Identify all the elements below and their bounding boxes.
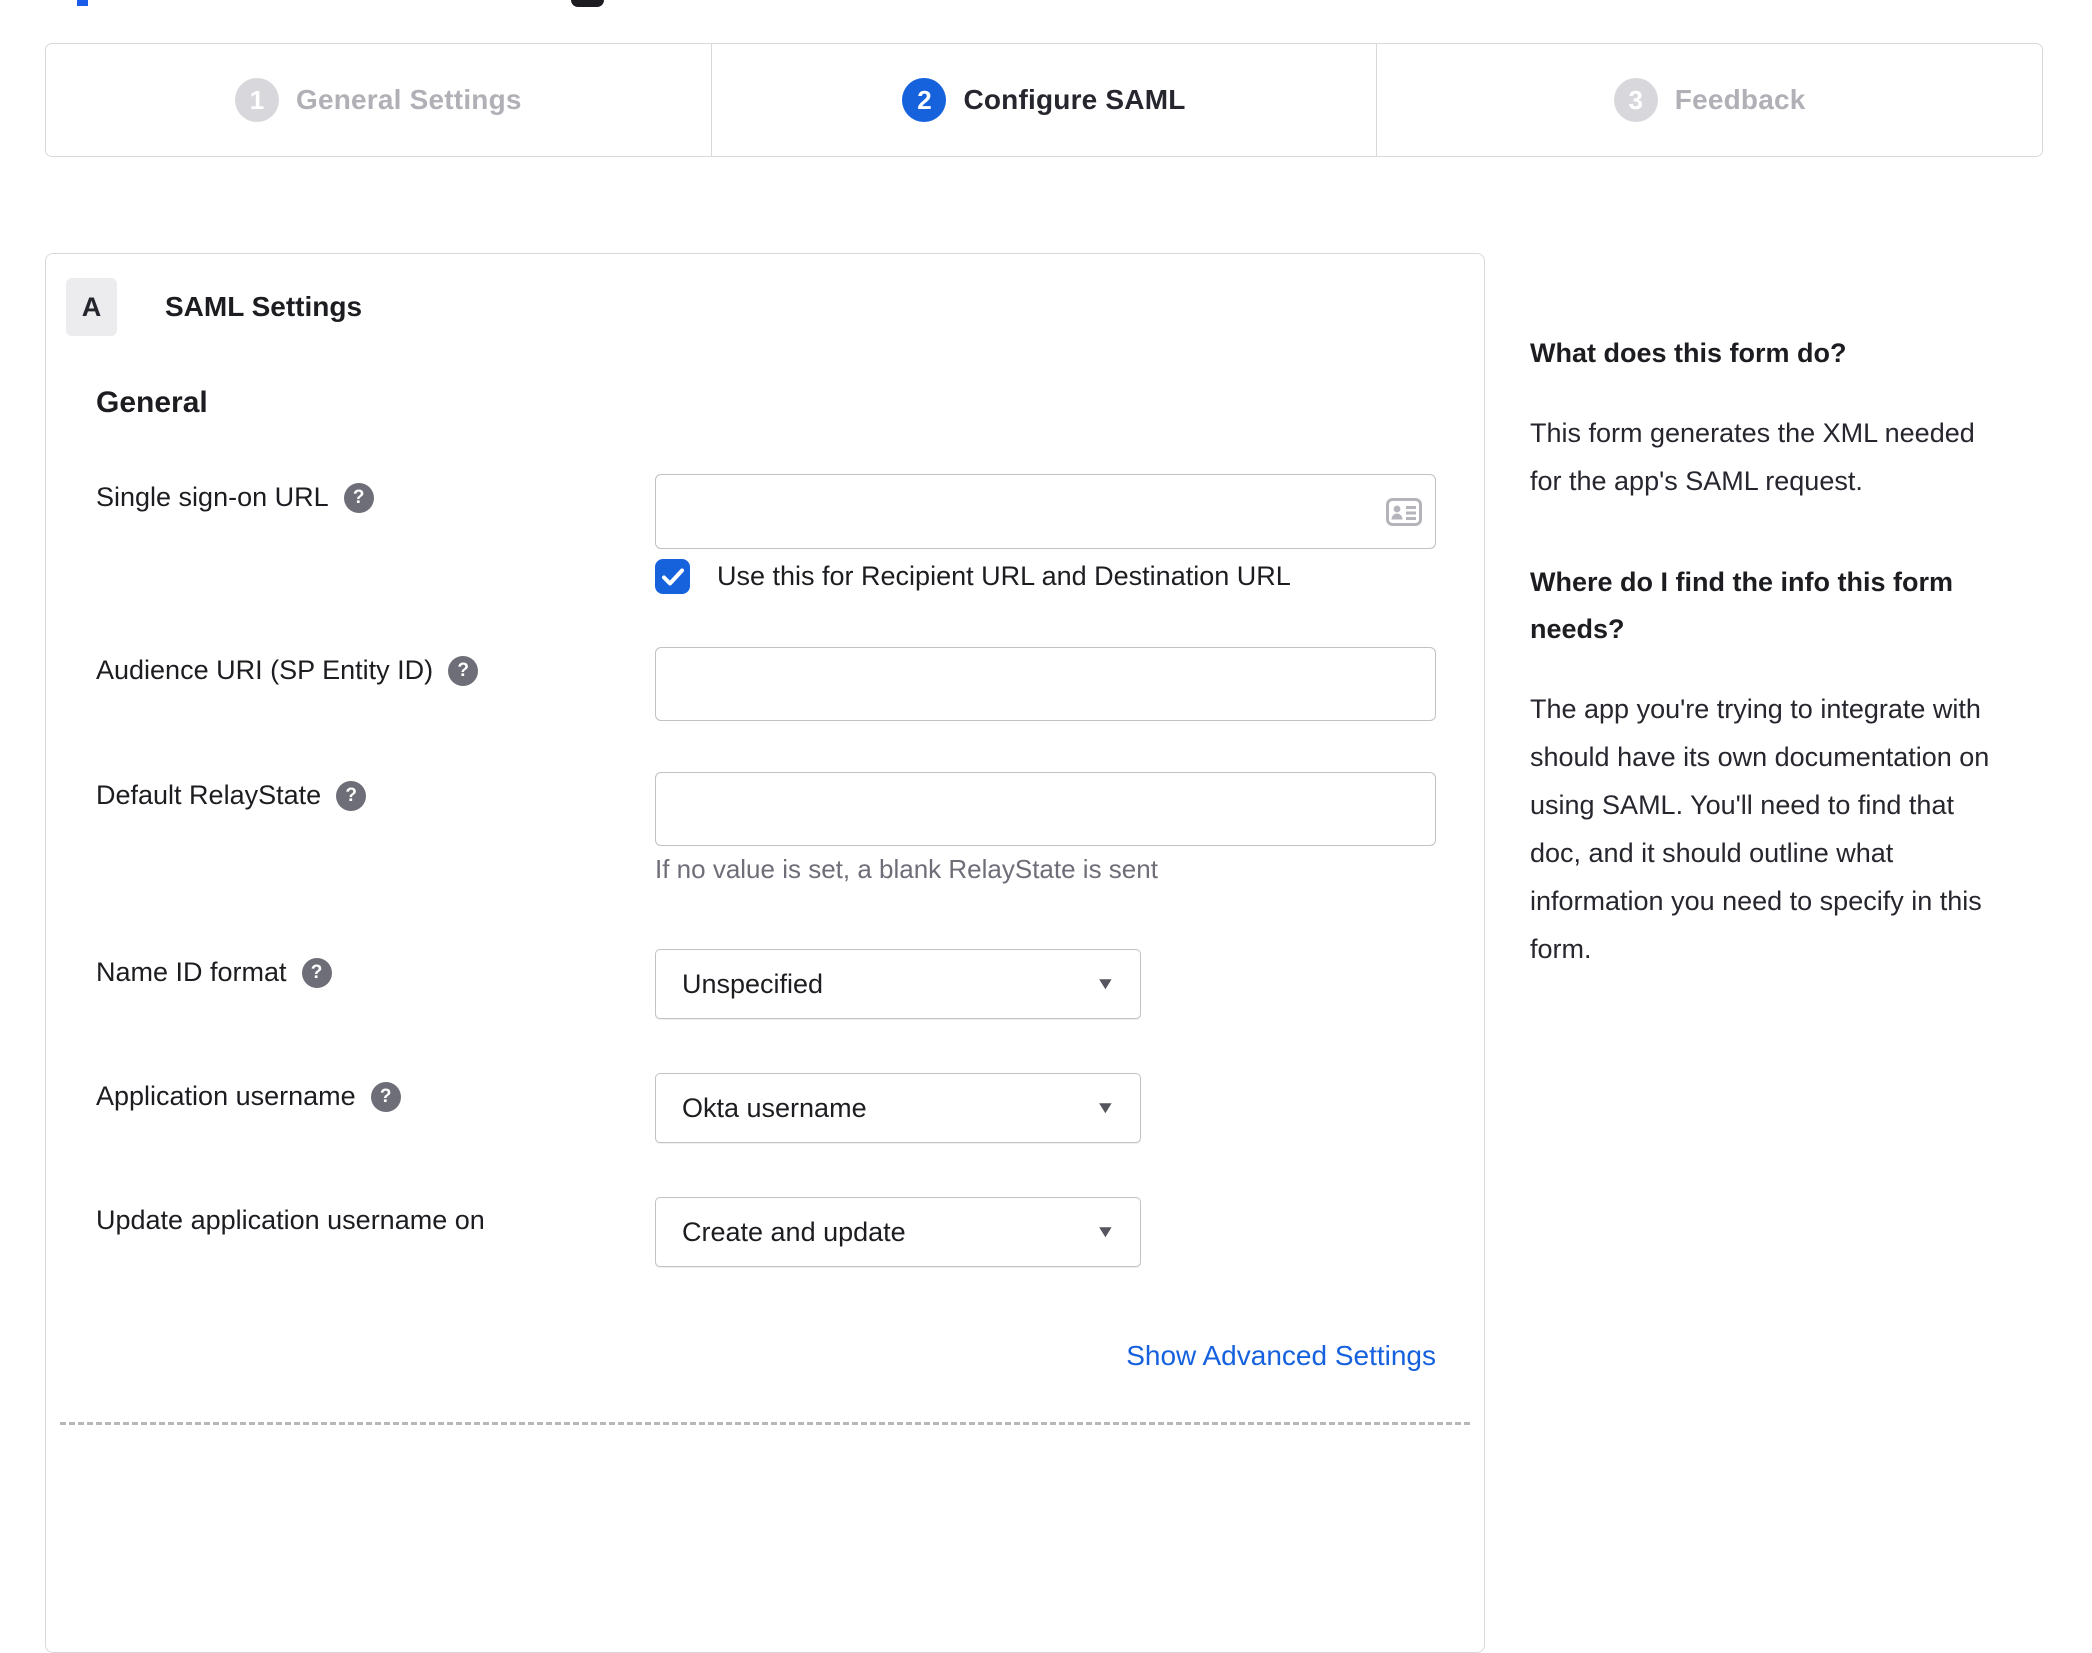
chevron-down-icon: ▼ xyxy=(1095,974,1117,993)
step-label: Feedback xyxy=(1674,84,1806,115)
sso-url-label-row: Single sign-on URL ? xyxy=(96,482,641,513)
section-letter-badge: A xyxy=(66,278,117,336)
check-icon xyxy=(661,568,684,585)
sidebar-text-line: form. xyxy=(1530,934,1592,964)
group-title-general: General xyxy=(96,386,208,419)
sidebar-text-line: information you need to specify in this xyxy=(1530,886,1982,916)
sidebar-heading-line: needs? xyxy=(1530,614,1625,644)
relaystate-label: Default RelayState xyxy=(96,780,322,810)
saml-settings-panel: A SAML Settings General Single sign-on U… xyxy=(45,253,1485,1653)
sidebar-heading-line: Where do I find the info this form xyxy=(1530,567,1953,597)
update-username-label: Update application username on xyxy=(96,1205,485,1235)
sidebar-heading-what: What does this form do? xyxy=(1530,338,1847,368)
nameid-format-label: Name ID format xyxy=(96,957,287,987)
sidebar-heading-where: Where do I find the info this form needs… xyxy=(1530,559,2078,653)
recipient-url-checkbox-label: Use this for Recipient URL and Destinati… xyxy=(717,561,1291,591)
sidebar-text-line: The app you're trying to integrate with xyxy=(1530,694,1981,724)
sidebar-paragraph: The app you're trying to integrate with … xyxy=(1530,685,2078,973)
help-sidebar: What does this form do? This form genera… xyxy=(1530,330,2078,973)
app-username-select[interactable]: Okta username ▼ xyxy=(655,1073,1141,1143)
sidebar-text-line: This form generates the XML needed xyxy=(1530,418,1975,448)
cutoff-logo-fragment xyxy=(77,0,88,6)
relaystate-input[interactable] xyxy=(655,772,1436,846)
relaystate-label-row: Default RelayState ? xyxy=(96,780,641,811)
help-icon[interactable]: ? xyxy=(301,957,332,988)
recipient-url-checkbox[interactable] xyxy=(655,559,690,594)
help-icon[interactable]: ? xyxy=(448,655,479,686)
step-number-badge: 3 xyxy=(1613,78,1658,122)
sidebar-text-line: using SAML. You'll need to find that xyxy=(1530,790,1954,820)
audience-uri-label: Audience URI (SP Entity ID) xyxy=(96,655,434,685)
nameid-format-value: Unspecified xyxy=(682,968,824,999)
step-number-badge: 2 xyxy=(902,78,947,122)
sidebar-paragraph: This form generates the XML needed for t… xyxy=(1530,409,2078,505)
app-username-value: Okta username xyxy=(682,1092,867,1123)
chevron-down-icon: ▼ xyxy=(1095,1222,1117,1241)
step-configure-saml[interactable]: 2 Configure SAML xyxy=(710,44,1377,156)
section-header: A SAML Settings xyxy=(66,278,362,336)
sso-url-input[interactable] xyxy=(655,474,1436,549)
update-username-value: Create and update xyxy=(682,1216,906,1247)
relaystate-hint: If no value is set, a blank RelayState i… xyxy=(655,854,1158,884)
step-label: Configure SAML xyxy=(963,84,1186,115)
chevron-down-icon: ▼ xyxy=(1095,1098,1117,1117)
app-username-label-row: Application username ? xyxy=(96,1081,641,1112)
sidebar-text-line: doc, and it should outline what xyxy=(1530,838,1894,868)
step-number-badge: 1 xyxy=(234,78,279,122)
sidebar-text-line: for the app's SAML request. xyxy=(1530,466,1863,496)
help-icon[interactable]: ? xyxy=(336,780,367,811)
sso-url-label: Single sign-on URL xyxy=(96,482,329,512)
wizard-stepper: 1 General Settings 2 Configure SAML 3 Fe… xyxy=(45,43,2043,157)
update-username-label-row: Update application username on xyxy=(96,1205,641,1236)
step-feedback[interactable]: 3 Feedback xyxy=(1376,44,2042,156)
nameid-format-label-row: Name ID format ? xyxy=(96,957,641,988)
show-advanced-settings-link[interactable]: Show Advanced Settings xyxy=(1126,1340,1436,1372)
sidebar-text-line: should have its own documentation on xyxy=(1530,742,1990,772)
cutoff-icon-fragment xyxy=(571,0,604,7)
step-general-settings[interactable]: 1 General Settings xyxy=(46,44,711,156)
nameid-format-select[interactable]: Unspecified ▼ xyxy=(655,949,1141,1019)
audience-uri-label-row: Audience URI (SP Entity ID) ? xyxy=(96,655,641,686)
update-username-select[interactable]: Create and update ▼ xyxy=(655,1197,1141,1267)
app-username-label: Application username xyxy=(96,1081,356,1111)
audience-uri-input[interactable] xyxy=(655,647,1436,721)
recipient-url-checkbox-row: Use this for Recipient URL and Destinati… xyxy=(655,559,1291,594)
section-dashed-divider xyxy=(60,1422,1470,1425)
section-title: SAML Settings xyxy=(165,291,363,322)
help-icon[interactable]: ? xyxy=(370,1081,401,1112)
help-icon[interactable]: ? xyxy=(343,482,374,513)
step-label: General Settings xyxy=(295,84,522,115)
